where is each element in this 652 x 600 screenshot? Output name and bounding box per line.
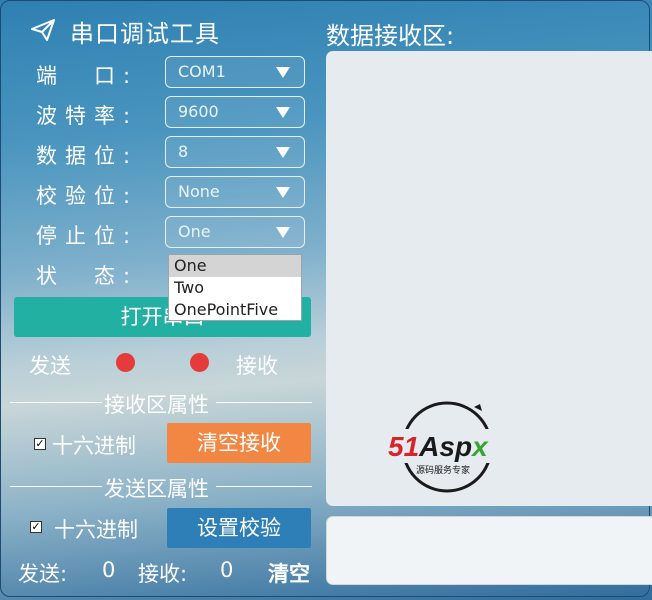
parity-value: None: [178, 182, 220, 201]
clear-receive-button[interactable]: 清空接收: [167, 423, 311, 463]
set-verify-button[interactable]: 设置校验: [167, 508, 311, 548]
paper-plane-icon: [30, 17, 56, 47]
clear-counters-button[interactable]: 清空: [268, 558, 310, 588]
receive-hex-label: 十六进制: [52, 434, 136, 458]
app-header: 串口调试工具: [30, 14, 220, 49]
dropdown-arrow-icon: [276, 67, 290, 78]
parity-label: 校验位:: [36, 184, 139, 208]
send-hex-label: 十六进制: [54, 518, 138, 542]
receive-section-title: 接收区属性: [104, 393, 209, 417]
send-count-label: 发送:: [18, 562, 68, 586]
baud-value: 9600: [178, 102, 219, 121]
data-bits-select[interactable]: 8: [165, 136, 305, 168]
dropdown-option[interactable]: OnePointFive: [169, 299, 301, 321]
send-hex-checkbox[interactable]: ✓: [30, 521, 42, 533]
receive-textarea[interactable]: 51Aspx 源码服务专家: [326, 51, 652, 506]
receive-hex-checkbox[interactable]: ✓: [34, 438, 46, 450]
dropdown-arrow-icon: [276, 147, 290, 158]
divider: [10, 486, 102, 487]
receive-count-label: 接收:: [138, 562, 188, 586]
dropdown-option[interactable]: Two: [169, 277, 301, 299]
dropdown-option[interactable]: One: [169, 255, 301, 277]
baud-select[interactable]: 9600: [165, 96, 305, 128]
port-label: 端 口:: [36, 64, 139, 88]
stop-bits-label: 停止位:: [36, 224, 139, 248]
port-value: COM1: [178, 62, 226, 81]
send-indicator-label: 发送: [29, 354, 71, 378]
stop-bits-select[interactable]: One: [165, 216, 305, 248]
receive-indicator-light: [190, 353, 209, 372]
receive-section-header: 接收区属性: [10, 389, 312, 417]
watermark-brand: 51Aspx: [388, 431, 489, 462]
watermark-tagline: 源码服务专家: [416, 464, 470, 476]
divider: [10, 402, 102, 403]
dropdown-arrow-icon: [276, 227, 290, 238]
send-count-value: 0: [102, 558, 116, 582]
data-bits-value: 8: [178, 142, 189, 161]
send-section-header: 发送区属性: [10, 473, 312, 501]
status-label: 状 态:: [36, 264, 139, 288]
receive-indicator-label: 接收: [236, 354, 278, 378]
send-section-title: 发送区属性: [104, 477, 209, 501]
divider: [216, 486, 312, 487]
data-bits-label: 数据位:: [36, 144, 139, 168]
parity-select[interactable]: None: [165, 176, 305, 208]
dropdown-arrow-icon: [276, 107, 290, 118]
send-textarea[interactable]: [326, 516, 652, 585]
port-select[interactable]: COM1: [165, 56, 305, 88]
stop-bits-value: One: [178, 222, 211, 241]
baud-label: 波特率:: [36, 104, 139, 128]
divider: [216, 402, 312, 403]
receive-count-value: 0: [220, 558, 234, 582]
send-indicator-light: [116, 353, 135, 372]
receive-area-title: 数据接收区:: [326, 22, 455, 50]
dropdown-arrow-icon: [276, 187, 290, 198]
watermark-logo: 51Aspx 源码服务专家: [388, 401, 514, 493]
app-title: 串口调试工具: [70, 20, 220, 48]
stop-bits-dropdown-list: One Two OnePointFive: [168, 254, 302, 321]
